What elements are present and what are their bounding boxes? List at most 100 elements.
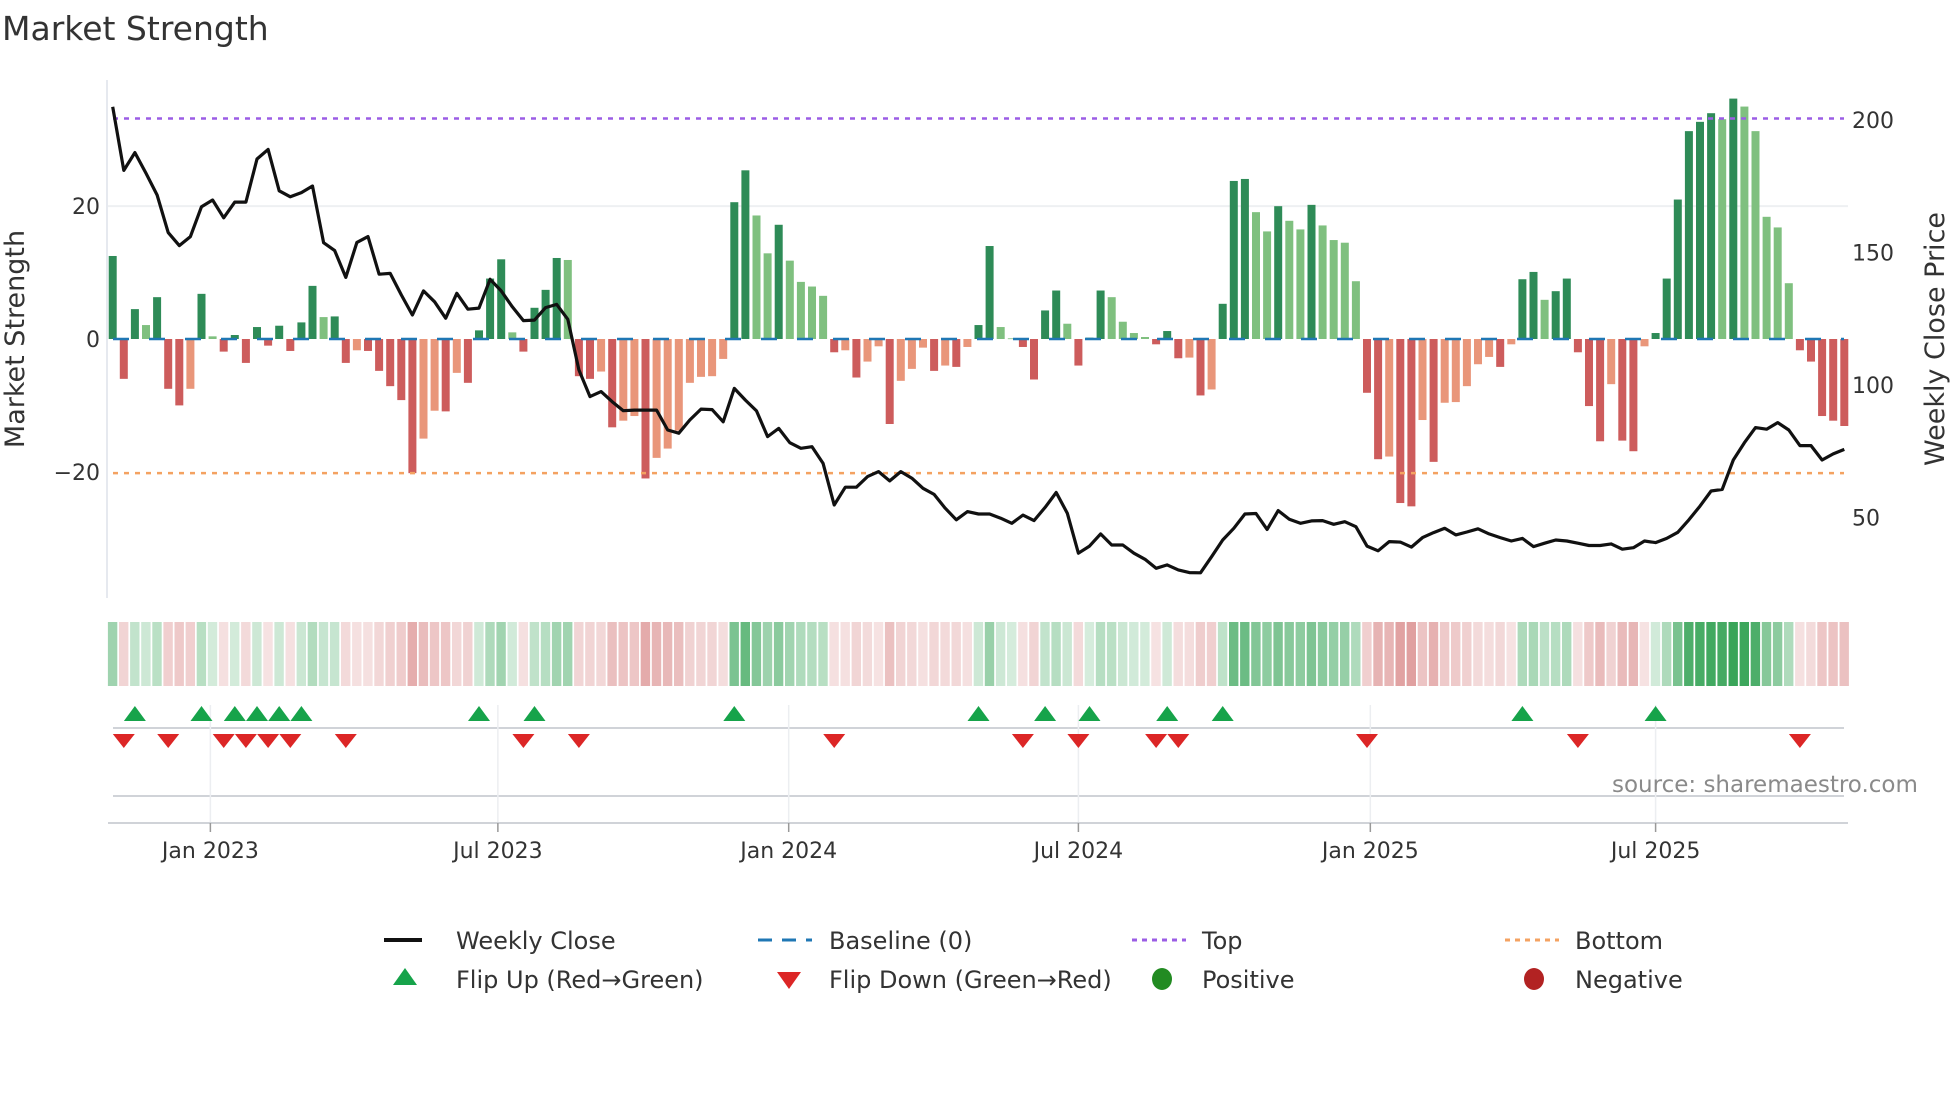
flip-down-marker xyxy=(512,734,535,748)
heatmap-cell xyxy=(396,622,406,686)
strength-bar-negative xyxy=(1818,339,1827,417)
strength-bar-negative xyxy=(941,339,950,366)
heatmap-cell xyxy=(1584,622,1594,686)
strength-bar-positive xyxy=(1340,242,1349,339)
strength-bar-positive xyxy=(1707,113,1716,339)
strength-bar-positive xyxy=(1518,279,1527,339)
strength-bar-positive xyxy=(1107,297,1116,339)
heatmap-cell xyxy=(274,622,284,686)
flip-down-marker xyxy=(212,734,235,748)
legend-item-weekly-close[interactable]: Weekly Close xyxy=(384,927,616,955)
strength-bar-negative xyxy=(1363,339,1371,393)
strength-bar-positive xyxy=(1041,310,1050,339)
heatmap-cell xyxy=(474,622,484,686)
heatmap-cell xyxy=(696,622,706,686)
heatmap-cell xyxy=(762,622,773,686)
legend-label: Flip Up (Red→Green) xyxy=(456,966,704,994)
heatmap-cell xyxy=(1772,622,1783,686)
heatmap-cell xyxy=(1184,622,1194,686)
strength-bar-negative xyxy=(352,339,361,351)
strength-bar-positive xyxy=(752,215,761,339)
strength-bar-negative xyxy=(286,339,295,351)
heatmap-cell xyxy=(1539,622,1550,686)
strength-bar-positive xyxy=(1118,321,1127,339)
strength-bar-positive xyxy=(1651,333,1660,339)
strength-bar-negative xyxy=(1185,339,1194,358)
heatmap-cell xyxy=(1395,622,1405,686)
strength-bar-positive xyxy=(1740,106,1749,339)
strength-bar-positive xyxy=(1762,216,1771,339)
legend-item-flip-up[interactable]: Flip Up (Red→Green) xyxy=(393,966,704,994)
x-tick-label: Jan 2025 xyxy=(1320,839,1419,864)
strength-bar-positive xyxy=(142,325,150,339)
legend-label: Flip Down (Green→Red) xyxy=(829,966,1112,994)
flip-down-marker xyxy=(257,734,280,748)
heatmap-cell xyxy=(1739,622,1749,686)
heatmap-cell xyxy=(1029,622,1039,686)
flip-up-marker xyxy=(1156,706,1179,721)
heatmap-cell xyxy=(1817,622,1827,686)
heatmap-cell xyxy=(230,622,240,686)
legend-item-top[interactable]: Top xyxy=(1132,927,1243,955)
heatmap-cell xyxy=(540,622,551,686)
strength-bar-negative xyxy=(830,339,839,353)
heatmap-cell xyxy=(1173,622,1183,686)
strength-bar-positive xyxy=(330,316,339,339)
heatmap-cell xyxy=(674,622,684,686)
strength-bar-positive xyxy=(1263,231,1272,339)
strength-bar-positive xyxy=(1285,220,1294,339)
legend-item-negative[interactable]: Negative xyxy=(1524,966,1683,994)
strength-heatmap-strip xyxy=(107,622,1849,686)
strength-bar-positive xyxy=(730,202,739,339)
heatmap-cell xyxy=(1118,622,1128,686)
heatmap-cell xyxy=(1495,622,1505,686)
flip-up-marker xyxy=(468,706,490,721)
heatmap-cell xyxy=(1684,622,1694,686)
strength-bar-negative xyxy=(375,339,384,371)
legend-item-flip-down[interactable]: Flip Down (Green→Red) xyxy=(777,966,1112,994)
heatmap-cell xyxy=(707,622,717,686)
strength-bar-negative xyxy=(841,339,850,351)
flip-down-marker xyxy=(823,734,846,748)
strength-bar-negative xyxy=(1440,339,1449,403)
heatmap-cell xyxy=(1417,622,1428,686)
heatmap-cell xyxy=(607,622,617,686)
strength-bar-positive xyxy=(108,255,117,339)
strength-bar-positive xyxy=(475,330,483,339)
strength-bar-negative xyxy=(1030,339,1038,380)
y-tick-label: 20 xyxy=(72,195,100,220)
strength-bar-negative xyxy=(519,339,528,352)
strength-bar-positive xyxy=(808,286,816,339)
market-strength-chart: Market Strength 200−2020015010050Jan 202… xyxy=(0,9,1951,994)
legend-item-baseline[interactable]: Baseline (0) xyxy=(758,927,972,955)
legend-item-bottom[interactable]: Bottom xyxy=(1505,927,1663,955)
heatmap-cell xyxy=(218,622,229,686)
flip-down-marker xyxy=(1167,734,1190,748)
heatmap-cell xyxy=(463,622,473,686)
y2-tick-label: 200 xyxy=(1852,109,1894,134)
heatmap-cell xyxy=(1606,622,1616,686)
heatmap-cell xyxy=(107,622,118,686)
heatmap-cell xyxy=(1717,622,1727,686)
strength-bar-negative xyxy=(1840,339,1849,426)
strength-bar-positive xyxy=(208,336,217,339)
strength-bar-positive xyxy=(1240,178,1249,339)
heatmap-cell xyxy=(1806,622,1816,686)
y2-axis-title: Weekly Close Price xyxy=(1920,212,1951,466)
strength-bar-negative xyxy=(1462,339,1471,387)
strength-bar-negative xyxy=(1795,339,1804,351)
strength-bar-positive xyxy=(153,297,162,339)
legend: Weekly Close Baseline (0) Top Bottom Fli… xyxy=(384,927,1683,994)
strength-bar-negative xyxy=(1507,339,1516,345)
strength-bar-negative xyxy=(397,339,406,401)
heatmap-cell xyxy=(1362,622,1372,686)
heatmap-cell xyxy=(729,622,739,686)
y-axis-title: Market Strength xyxy=(0,230,31,448)
flip-up-marker xyxy=(123,706,146,721)
legend-item-positive[interactable]: Positive xyxy=(1152,966,1295,994)
strength-bar-negative xyxy=(1074,339,1083,366)
x-tick-label: Jan 2023 xyxy=(160,839,259,864)
heatmap-cell xyxy=(329,622,340,686)
heatmap-cell xyxy=(440,622,451,686)
strength-bar-positive xyxy=(985,246,994,339)
